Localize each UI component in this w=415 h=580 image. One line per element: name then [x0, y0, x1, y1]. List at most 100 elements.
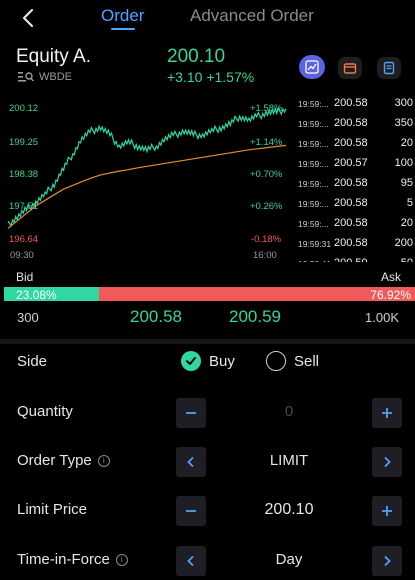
pct-label-5: -0.18% — [251, 234, 282, 245]
best-quote-row: 300 200.58 200.59 1.00K — [0, 303, 415, 339]
tif-value: Day — [275, 551, 303, 568]
tick-time: 19:59:... — [298, 139, 329, 149]
limit-price-decrement-button[interactable] — [176, 496, 206, 526]
pct-label-4: +0.26% — [250, 201, 283, 212]
last-price: 200.10 — [167, 46, 226, 67]
active-tab-indicator — [111, 28, 135, 30]
tick-price: 200.58 — [334, 97, 368, 109]
quantity-input[interactable]: 0 — [206, 403, 372, 420]
plus-icon — [382, 506, 392, 516]
minus-icon — [186, 510, 196, 512]
price-label-5: 196.64 — [9, 234, 39, 245]
minus-icon — [186, 412, 196, 414]
wallet-button[interactable] — [338, 57, 362, 79]
time-end-label: 16:00 — [253, 250, 277, 261]
bid-percent: 23.08% — [16, 288, 57, 302]
tick-time: 19:58:41 — [298, 259, 331, 262]
market-icon — [18, 72, 34, 82]
price-label-2: 199.25 — [9, 137, 39, 148]
radio-unchecked-icon — [266, 351, 286, 371]
order-type-label-text: Order Type — [17, 452, 92, 469]
price-label-3: 198.38 — [9, 169, 39, 180]
quantity-row: Quantity 0 — [0, 391, 415, 435]
tick-price: 200.58 — [334, 237, 368, 249]
tick-row: 19:59:... 200.58 5 — [294, 196, 415, 216]
ask-price[interactable]: 200.59 — [229, 307, 281, 327]
ask-label: Ask — [380, 270, 401, 284]
radio-checked-icon — [181, 351, 201, 371]
chart-view-button[interactable] — [299, 55, 325, 79]
bid-price[interactable]: 200.58 — [130, 307, 182, 327]
trade-ticks-list[interactable]: 19:59:... 200.58 300 19:59:... 200.58 350 19:5… — [294, 96, 415, 262]
chevron-left-icon — [187, 555, 194, 567]
price-change: +3.10 +1.57% — [167, 69, 255, 85]
side-label-text: Side — [17, 353, 48, 370]
limit-price-label: Limit Price — [17, 501, 87, 518]
chevron-right-icon — [384, 555, 391, 567]
side-sell-option[interactable]: Sell — [266, 351, 319, 371]
tick-row: 19:58:41200.59 50 — [294, 256, 415, 262]
tick-time: 19:59:... — [298, 199, 329, 209]
tick-time: 19:59:... — [298, 219, 329, 229]
tick-volume: 200 — [394, 237, 413, 249]
tab-order[interactable]: Order — [101, 6, 144, 26]
limit-price-row: Limit Price 200.10 — [0, 489, 415, 533]
plus-icon — [382, 408, 392, 418]
chevron-left-icon — [187, 456, 194, 468]
info-icon[interactable]: i — [115, 553, 128, 566]
ask-percent: 76.92% — [370, 288, 411, 302]
bid-volume: 300 — [17, 310, 39, 325]
orders-list-button[interactable] — [377, 57, 401, 79]
side-buy-option[interactable]: Buy — [181, 351, 235, 371]
quantity-decrement-button[interactable] — [176, 398, 206, 428]
bid-ask-header: Bid Ask — [0, 270, 415, 286]
tick-price: 200.57 — [334, 157, 368, 169]
tick-row: 19:59:... 200.58 20 — [294, 216, 415, 236]
tif-next-button[interactable] — [372, 546, 402, 576]
info-icon[interactable]: i — [97, 454, 110, 467]
chevron-left-icon — [22, 8, 34, 28]
tick-row: 19:59:... 200.57 100 — [294, 156, 415, 176]
side-label: Side — [17, 353, 47, 370]
limit-price-increment-button[interactable] — [372, 496, 402, 526]
tick-row: 19:59:31 200.58 200 — [294, 236, 415, 256]
intraday-chart[interactable]: 200.12 199.25 198.38 197.51 196.64 +1.58… — [0, 96, 292, 266]
tick-volume: 95 — [400, 177, 413, 189]
ask-volume: 1.00K — [365, 310, 399, 325]
tick-row: 19:59:... 200.58 95 — [294, 176, 415, 196]
pct-label-2: +1.14% — [250, 137, 283, 148]
bid-label: Bid — [16, 270, 34, 284]
tick-row: 19:59:... 200.58 20 — [294, 136, 415, 156]
tick-time: 19:59:... — [298, 179, 329, 189]
tick-price: 200.59 — [334, 257, 368, 262]
bid-ask-ratio-bar: 23.08% 76.92% — [4, 287, 415, 302]
limit-price-input[interactable]: 200.10 — [206, 501, 372, 519]
tick-price: 200.58 — [334, 117, 368, 129]
tick-volume: 20 — [400, 137, 413, 149]
ask-ratio-fill: 76.92% — [98, 287, 415, 302]
tick-time: 19:59:31 — [298, 239, 332, 249]
tab-advanced-order[interactable]: Advanced Order — [190, 6, 314, 26]
instrument-code-group: WBDE — [17, 70, 72, 84]
average-series-line — [7, 144, 287, 229]
tick-volume: 350 — [394, 117, 413, 129]
tick-volume: 100 — [394, 157, 413, 169]
tick-volume: 300 — [394, 97, 413, 109]
quantity-label: Quantity — [17, 403, 73, 420]
tif-prev-button[interactable] — [176, 546, 206, 576]
order-type-prev-button[interactable] — [176, 447, 206, 477]
bid-ratio-fill: 23.08% — [4, 287, 99, 302]
side-sell-label: Sell — [294, 352, 320, 370]
tick-time: 19:59:... — [298, 119, 329, 129]
back-button[interactable] — [16, 6, 42, 32]
order-type-value: LIMIT — [269, 452, 309, 469]
order-type-next-button[interactable] — [372, 447, 402, 477]
tick-row: 19:59:... 200.58 350 — [294, 116, 415, 136]
time-start-label: 09:30 — [10, 250, 34, 261]
tick-time: 19:59:... — [298, 99, 329, 109]
pct-label-3: +0.70% — [250, 169, 283, 180]
limit-price-label-text: Limit Price — [17, 501, 88, 518]
quantity-increment-button[interactable] — [372, 398, 402, 428]
tick-price: 200.58 — [334, 177, 368, 189]
tick-price: 200.58 — [334, 217, 368, 229]
